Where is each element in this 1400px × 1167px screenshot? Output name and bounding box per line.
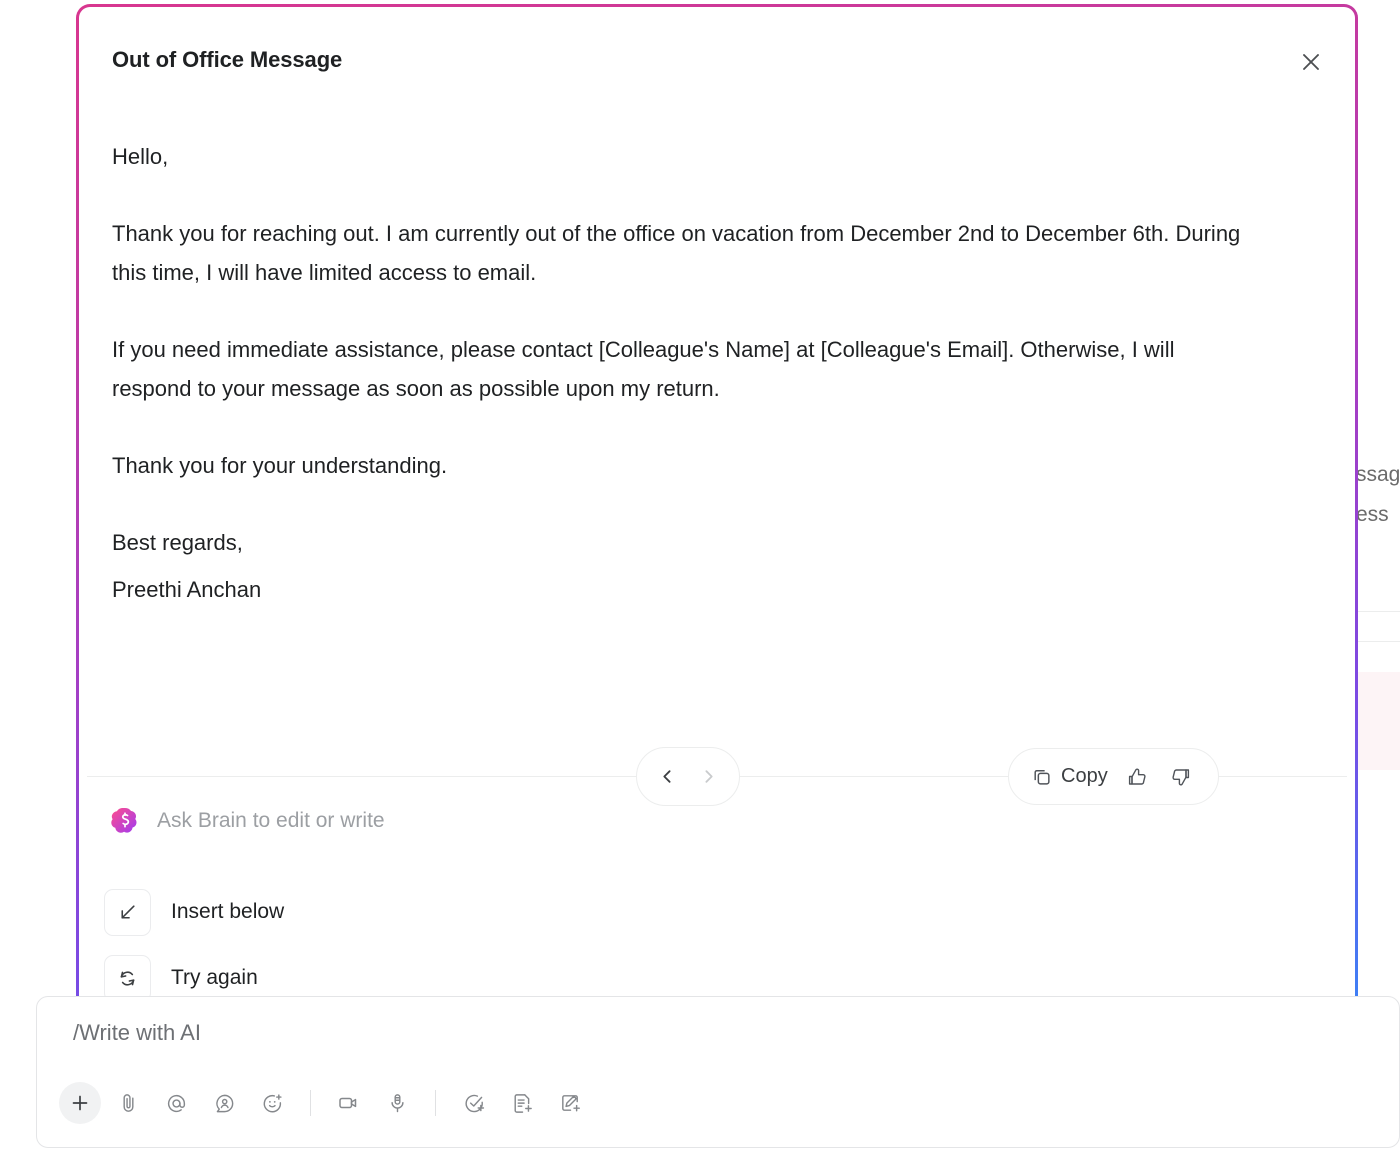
background-text-fragment-2: ess (1356, 503, 1389, 526)
at-mention-icon (165, 1092, 188, 1115)
assign-button[interactable] (203, 1082, 245, 1124)
brain-icon (109, 805, 141, 837)
message-signature-name: Preethi Anchan (112, 577, 262, 602)
microphone-icon (386, 1092, 409, 1115)
action-label: Try again (171, 966, 258, 989)
attach-button[interactable] (107, 1082, 149, 1124)
create-doc-button[interactable] (501, 1082, 543, 1124)
video-camera-icon (337, 1091, 361, 1115)
message-paragraph: Thank you for your understanding. (112, 453, 448, 478)
paperclip-icon (117, 1092, 140, 1115)
composer-input[interactable]: /Write with AI (73, 1020, 201, 1046)
toolbar-divider (435, 1090, 436, 1116)
record-video-button[interactable] (328, 1082, 370, 1124)
message-paragraph: Hello, (112, 144, 169, 169)
copy-label: Copy (1061, 765, 1108, 787)
action-label: Insert below (171, 900, 285, 923)
chevron-right-icon[interactable] (692, 760, 726, 794)
ai-response-modal: Out of Office Message Hello, Thank you f… (76, 4, 1358, 1014)
generated-message-body: Hello, Thank you for reaching out. I am … (112, 137, 1262, 617)
response-controls-row: Copy (87, 747, 1347, 806)
record-audio-button[interactable] (376, 1082, 418, 1124)
emoji-plus-icon (261, 1092, 284, 1115)
doc-plus-icon (511, 1092, 534, 1115)
ai-action-list: Insert below Try again (104, 879, 284, 1011)
close-icon[interactable] (1292, 43, 1330, 81)
thumbs-up-icon[interactable] (1122, 762, 1152, 792)
message-paragraph: If you need immediate assistance, please… (112, 337, 1175, 401)
response-feedback-bar: Copy (1008, 748, 1219, 805)
assign-person-icon (213, 1092, 236, 1115)
insert-below-button[interactable]: Insert below (104, 879, 284, 945)
message-paragraph: Thank you for reaching out. I am current… (112, 221, 1241, 285)
composer-toolbar (59, 1082, 1387, 1124)
whiteboard-plus-icon (559, 1092, 582, 1115)
message-signoff: Best regards, (112, 530, 243, 555)
ask-brain-input[interactable]: Ask Brain to edit or write (157, 809, 385, 833)
background-text-fragment-1: ssag (1356, 463, 1400, 486)
thumbs-down-icon[interactable] (1166, 762, 1196, 792)
chevron-left-icon[interactable] (651, 760, 685, 794)
modal-inner: Out of Office Message Hello, Thank you f… (79, 7, 1355, 1011)
create-task-button[interactable] (453, 1082, 495, 1124)
copy-button[interactable]: Copy (1031, 765, 1108, 788)
create-whiteboard-button[interactable] (549, 1082, 591, 1124)
ask-brain-row[interactable]: Ask Brain to edit or write (109, 805, 385, 837)
screen: ssag ess Out of Office Message Hello, Th… (0, 0, 1400, 1167)
message-composer[interactable]: /Write with AI (36, 996, 1400, 1148)
response-navigation (636, 747, 740, 806)
arrow-down-left-icon (104, 888, 151, 936)
task-check-plus-icon (463, 1092, 486, 1115)
page-title: Out of Office Message (112, 47, 343, 72)
toolbar-divider (310, 1090, 311, 1116)
copy-icon (1031, 766, 1052, 787)
refresh-icon (104, 954, 151, 1002)
emoji-button[interactable] (251, 1082, 293, 1124)
add-button[interactable] (59, 1082, 101, 1124)
mention-button[interactable] (155, 1082, 197, 1124)
